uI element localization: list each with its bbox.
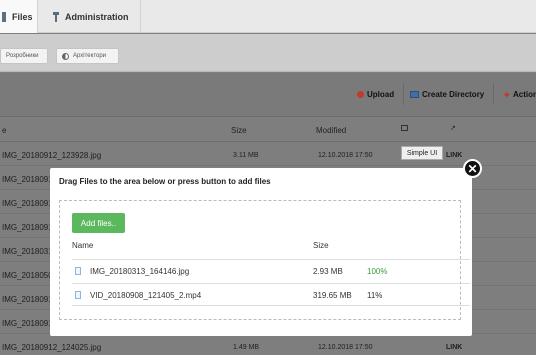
create-directory-button[interactable]: Create Directory (410, 90, 484, 99)
upload-file-name: IMG_20180313_164146.jpg (90, 267, 190, 276)
upload-icon (357, 91, 364, 98)
filter-chip-developers[interactable]: Розробники (0, 48, 48, 64)
external-link-icon[interactable]: ↗ (450, 124, 456, 132)
file-modified: 12.10.2018 17:50 (318, 344, 373, 351)
simple-ui-icon[interactable] (401, 125, 408, 131)
table-row[interactable]: IMG_20180912_123928.jpg 3.11 MB 12.10.20… (0, 143, 536, 166)
simple-ui-tooltip: Simple UI (401, 146, 443, 160)
upload-file-size: 319.65 MB (313, 291, 352, 300)
file-size: 3.11 MB (233, 152, 259, 159)
upload-file-size: 2.93 MB (313, 267, 343, 276)
tab-administration[interactable]: Administration (39, 0, 141, 33)
upload-progress: 11% (367, 291, 383, 300)
top-tab-bar: Files Administration (0, 0, 536, 33)
tab-files[interactable]: Files (0, 0, 38, 33)
table-row[interactable]: IMG_20180912_124025.jpg 1.49 MB 12.10.20… (0, 335, 536, 355)
upload-file-name: VID_20180908_121405_2.mp4 (90, 291, 202, 300)
file-name: IMG_20180505 (2, 271, 58, 280)
file-modified: 12.10.2018 17:50 (318, 152, 373, 159)
file-name: IMG_20180912_124025.jpg (2, 343, 102, 352)
file-name: IMG_20180912 (2, 199, 58, 208)
action-toolbar: Upload Create Directory ✦ Actions (0, 73, 536, 117)
upload-dialog-title: Drag Files to the area below or press bu… (59, 177, 271, 186)
filter-chip-label: Архітектори (73, 53, 107, 59)
column-header-modified[interactable]: Modified (316, 126, 346, 135)
column-header-name[interactable]: e (2, 126, 6, 135)
file-size: 1.49 MB (233, 344, 260, 351)
upload-dialog: Drag Files to the area below or press bu… (50, 168, 472, 336)
upload-label: Upload (367, 90, 395, 99)
upload-file-row: IMG_20180313_164146.jpg 2.93 MB 100% (72, 259, 470, 282)
file-link[interactable]: LINK (446, 344, 462, 351)
file-link[interactable]: LINK (446, 152, 462, 159)
filter-chip-label: Розробники (6, 53, 39, 59)
file-icon (75, 291, 81, 299)
filter-chip-architects[interactable]: Архітектори (56, 48, 119, 64)
create-directory-label: Create Directory (422, 90, 485, 99)
upload-column-size: Size (313, 241, 329, 250)
drop-zone[interactable]: Add files.. Name Size IMG_20180313_16414… (59, 200, 470, 320)
folder-icon (410, 91, 419, 98)
toolbar-divider (403, 83, 404, 105)
upload-button[interactable]: Upload (357, 90, 394, 99)
actions-icon: ✦ (503, 89, 511, 100)
tab-administration-label: Administration (65, 11, 129, 22)
add-files-button[interactable]: Add files.. (72, 213, 125, 233)
file-name: IMG_20180912_123928.jpg (2, 151, 102, 160)
close-icon[interactable]: ✕ (463, 159, 482, 178)
file-table-header: e Size Modified ↗ (0, 118, 536, 142)
column-header-size[interactable]: Size (231, 126, 247, 135)
upload-file-row: VID_20180908_121405_2.mp4 319.65 MB 11% (72, 283, 470, 306)
toolbar-divider (493, 83, 494, 105)
file-name: IMG_20180313 (2, 247, 58, 256)
file-name: IMG_20180912 (2, 223, 58, 232)
upload-progress: 100% (367, 267, 388, 276)
actions-button[interactable]: ✦ Actions (503, 90, 536, 99)
files-icon (2, 11, 6, 22)
file-icon (75, 267, 81, 275)
file-name: IMG_20180912 (2, 295, 58, 304)
upload-column-name: Name (72, 241, 94, 250)
admin-icon (53, 11, 59, 22)
tab-files-label: Files (12, 11, 33, 22)
file-name: IMG_20180912 (2, 319, 58, 328)
filter-bar: Розробники Архітектори (0, 34, 536, 72)
half-circle-icon (62, 52, 69, 60)
file-name: IMG_20180912 (2, 175, 58, 184)
actions-label: Actions (513, 90, 536, 99)
